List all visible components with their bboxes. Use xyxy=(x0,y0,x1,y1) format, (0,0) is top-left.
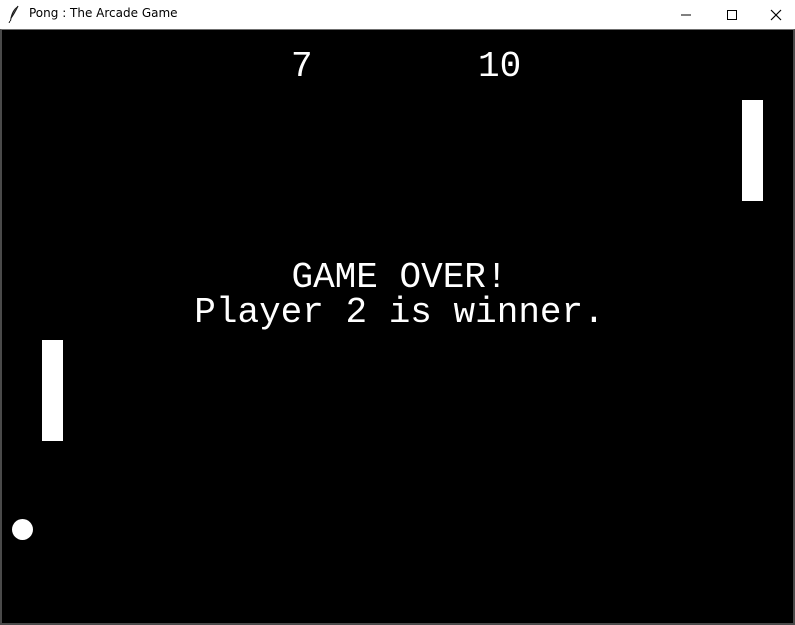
player2-score: 10 xyxy=(478,46,522,87)
maximize-icon xyxy=(727,9,737,20)
player1-score: 7 xyxy=(291,46,313,87)
winner-text: Player 2 is winner. xyxy=(194,292,605,333)
window-title: Pong : The Arcade Game xyxy=(29,6,178,20)
game-canvas[interactable]: 7 10 GAME OVER! Player 2 is winner. xyxy=(0,29,795,625)
title-bar[interactable]: Pong : The Arcade Game xyxy=(0,0,795,29)
feather-icon xyxy=(7,5,21,24)
close-button[interactable] xyxy=(753,0,795,29)
close-icon xyxy=(770,9,782,21)
ball xyxy=(12,519,33,540)
left-paddle xyxy=(42,340,63,441)
minimize-button[interactable] xyxy=(663,0,709,29)
game-over-text: GAME OVER! xyxy=(291,257,508,298)
minimize-icon xyxy=(681,10,691,20)
right-paddle xyxy=(742,100,763,201)
maximize-button[interactable] xyxy=(709,0,755,29)
app-window: Pong : The Arcade Game 7 10 GAME OVER! P… xyxy=(0,0,795,625)
